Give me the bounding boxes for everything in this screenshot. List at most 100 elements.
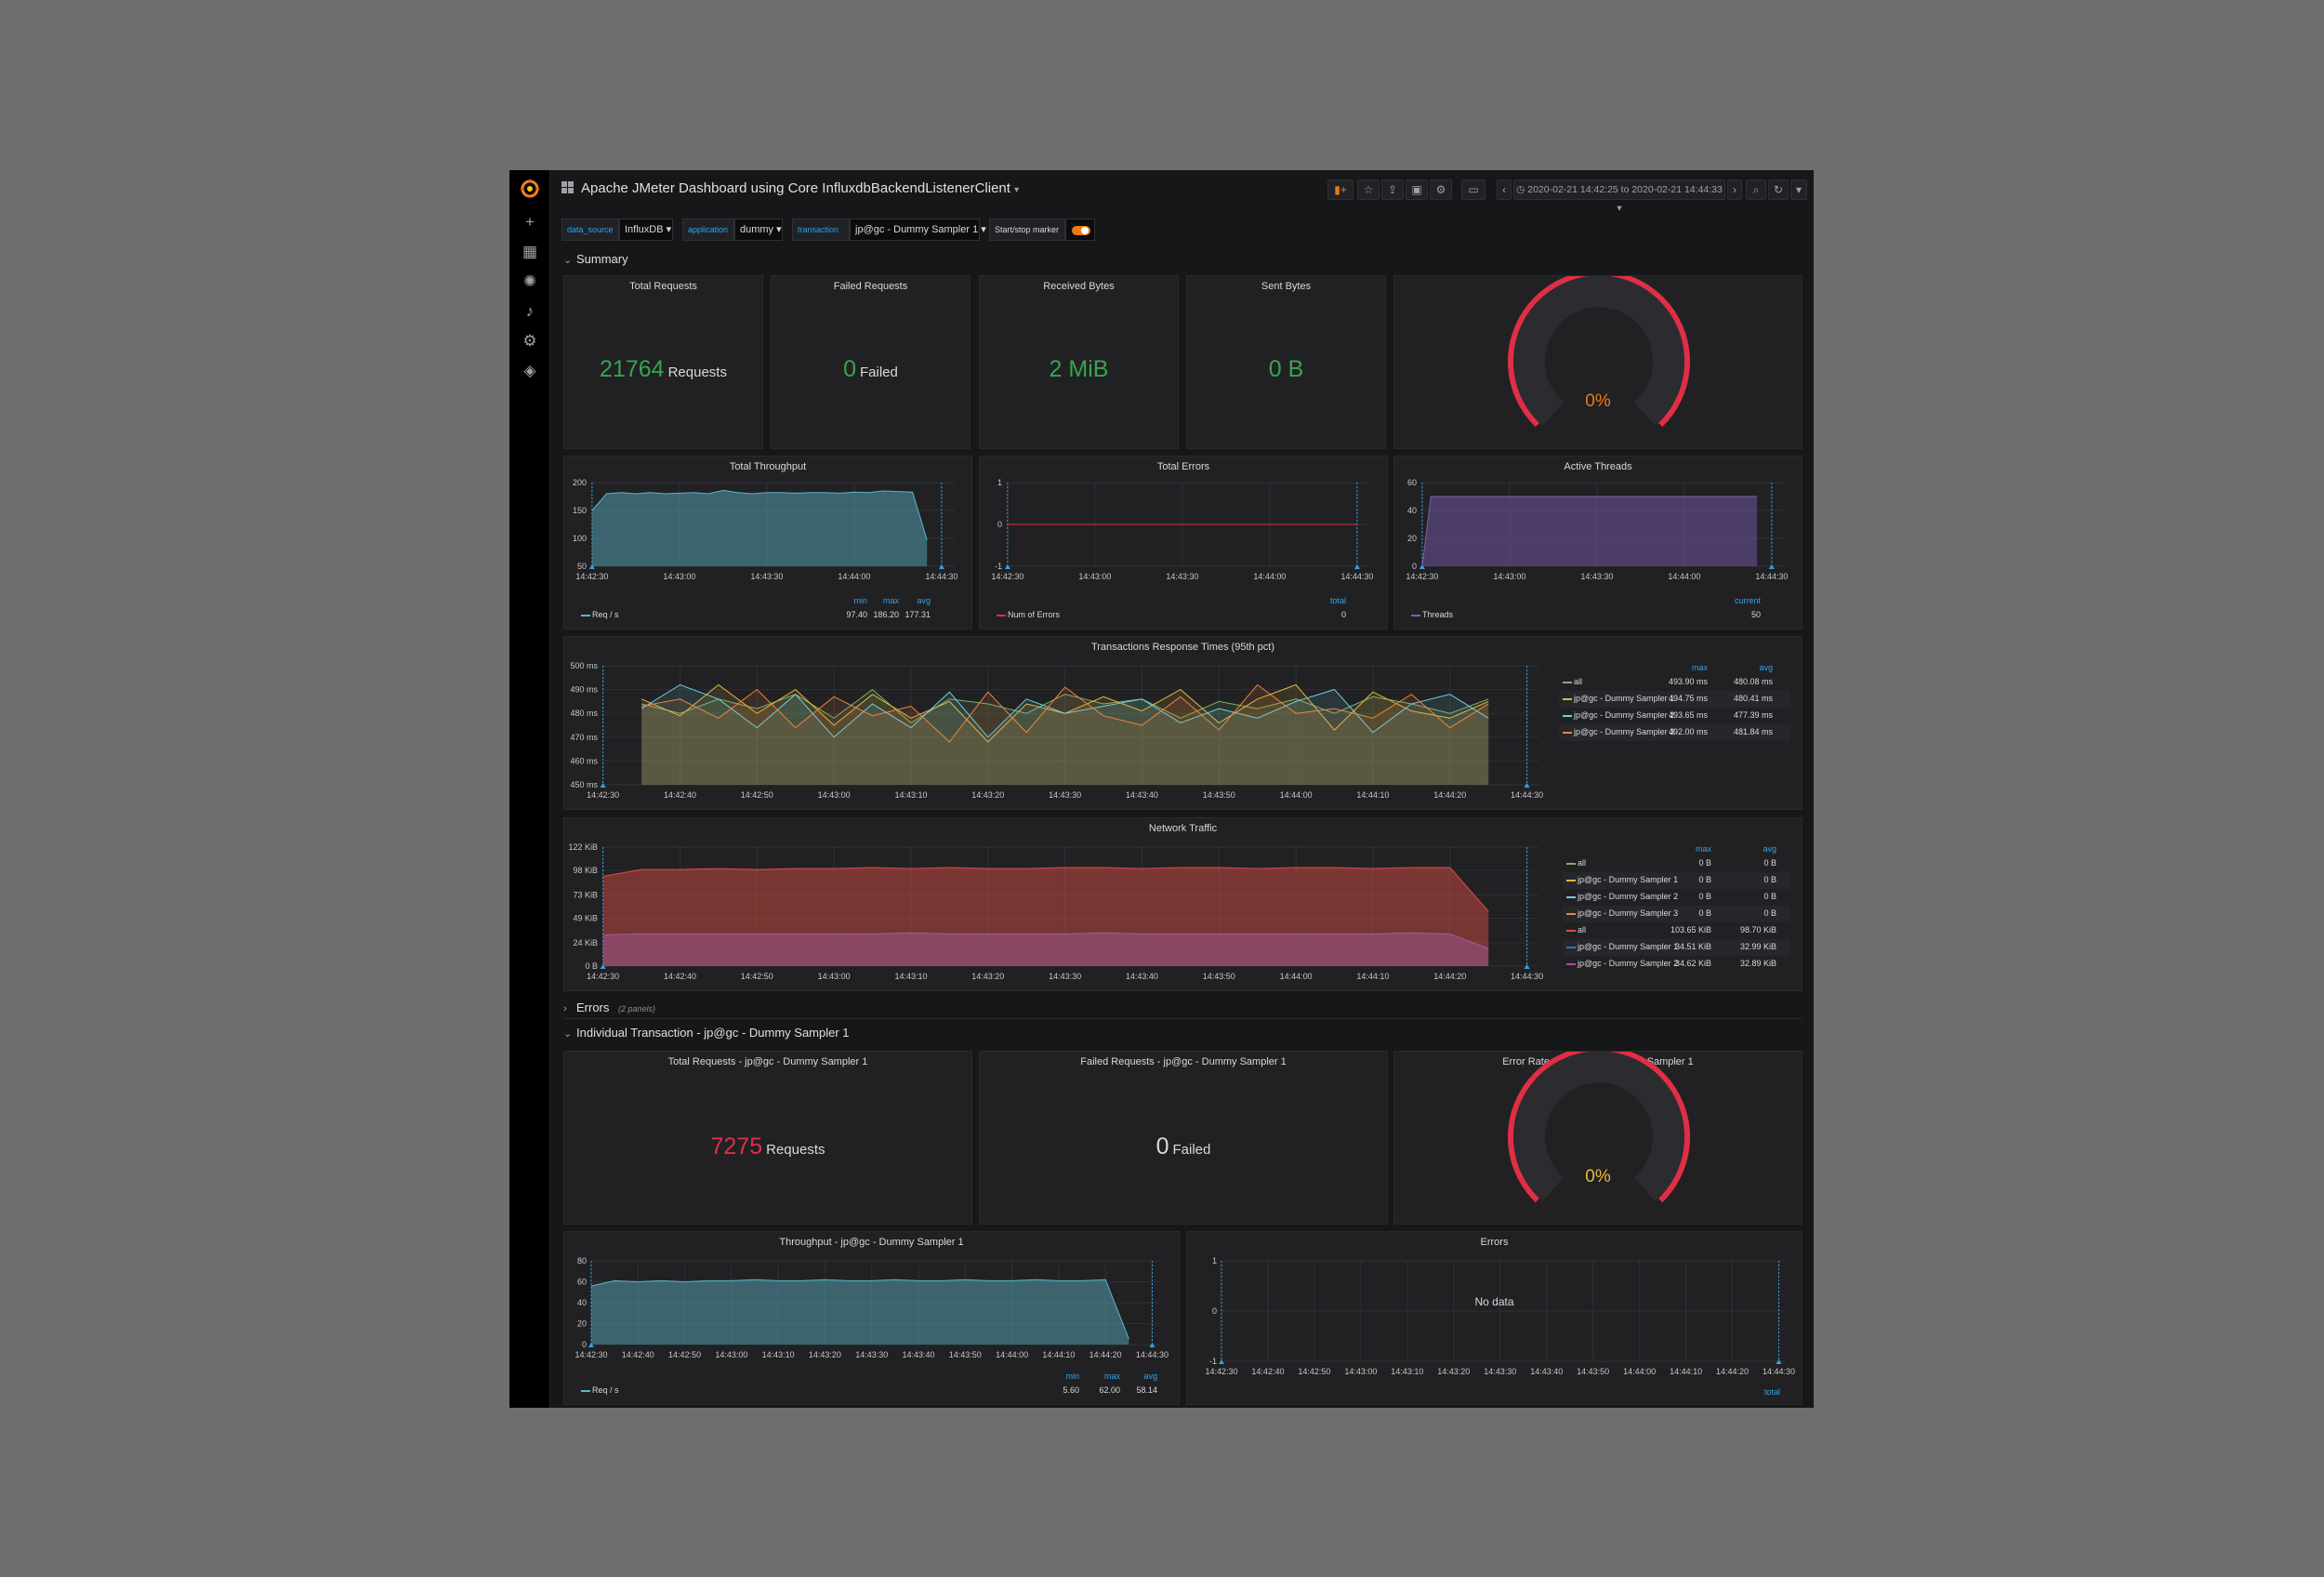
legend-item[interactable]: all 493.90 ms 480.08 ms [1559, 674, 1790, 691]
x-tick-label: 14:43:20 [971, 972, 1004, 981]
bell-icon[interactable]: ♪ [521, 302, 539, 321]
panel-active-threads[interactable]: Active Threads 0 20 40 60 14:42:30 14:43:00 14… [1393, 456, 1802, 629]
panel-sent-bytes[interactable]: Sent Bytes 0 B [1186, 275, 1386, 449]
stat-number: 0 [843, 356, 857, 382]
refresh-icon[interactable]: ↻ [1768, 179, 1789, 200]
y-tick-label: 1 [997, 478, 1002, 487]
legend-value: 177.31 [905, 610, 931, 619]
panel-ind-error-rate[interactable]: Error Rate % - jp@gc - Dummy Sampler 1 0… [1393, 1051, 1802, 1225]
share-icon[interactable]: ⇪ [1381, 179, 1404, 200]
tv-mode-icon[interactable]: ▭ [1461, 179, 1486, 200]
panel-response-times[interactable]: Transactions Response Times (95th pct) 4… [563, 636, 1802, 810]
series-area [591, 490, 928, 566]
panel-received-bytes[interactable]: Received Bytes 2 MiB [979, 275, 1179, 449]
legend-item[interactable]: Req / s 97.40 186.20 177.31 [577, 607, 958, 624]
x-tick-label: 14:43:30 [855, 1350, 888, 1359]
panel-error-rate[interactable]: Error Rate % 0% [1393, 275, 1802, 449]
row-individual-transaction[interactable]: ⌄ Individual Transaction - jp@gc - Dummy … [563, 1026, 850, 1044]
refresh-interval-dropdown[interactable]: ▾ [1790, 179, 1807, 200]
no-data-label: No data [1474, 1295, 1514, 1308]
row-divider [563, 1018, 1802, 1019]
series-area [591, 1279, 1129, 1345]
panel-ind-errors[interactable]: Errors -1 0 1 14:42:30 14:42:40 14:42:50 14:43… [1186, 1231, 1802, 1405]
panel-network-traffic[interactable]: Network Traffic 0 B 24 KiB 49 KiB 73 KiB 98 … [563, 817, 1802, 991]
x-tick-label: 14:44:30 [1340, 572, 1373, 581]
legend-item[interactable]: jp@gc - Dummy Sampler 3 492.00 ms 481.84 m… [1559, 724, 1790, 741]
legend-item[interactable]: jp@gc - Dummy Sampler 1 34.51 KiB 32.99 Ki… [1563, 939, 1790, 956]
explore-icon[interactable]: ✺ [521, 272, 539, 291]
time-forward-icon[interactable]: › [1727, 179, 1742, 200]
y-tick-label: 0 [582, 1340, 587, 1349]
legend-swatch [581, 615, 590, 616]
x-tick-label: 14:44:30 [1763, 1367, 1795, 1376]
legend-item[interactable]: Num of Errors 0 [993, 607, 1374, 624]
plus-icon[interactable]: + [521, 213, 539, 232]
zoom-out-icon[interactable]: ⌕ [1746, 179, 1766, 200]
save-icon[interactable]: ▣ [1406, 179, 1428, 200]
legend-header: avg [1759, 663, 1773, 672]
legend-item[interactable]: jp@gc - Dummy Sampler 2 34.62 KiB 32.89 Ki… [1563, 956, 1790, 973]
x-tick-label: 14:42:30 [587, 790, 619, 800]
row-note: (2 panels) [618, 1004, 656, 1014]
dashboards-icon[interactable]: ▦ [521, 243, 539, 261]
panel-ind-failed-requests[interactable]: Failed Requests - jp@gc - Dummy Sampler … [979, 1051, 1388, 1225]
gauge [1508, 276, 1690, 428]
row-errors[interactable]: › Errors (2 panels) [563, 1001, 655, 1019]
x-tick-label: 14:44:10 [1042, 1350, 1075, 1359]
legend-item[interactable]: jp@gc - Dummy Sampler 1 494.75 ms 480.41 m… [1559, 691, 1790, 708]
dashboard-title[interactable]: Apache JMeter Dashboard using Core Influ… [561, 180, 1019, 196]
legend-swatch [997, 615, 1006, 616]
var-value: dummy [740, 224, 774, 235]
panel-total-requests[interactable]: Total Requests 21764 Requests [563, 275, 763, 449]
y-tick-label: 150 [573, 506, 587, 515]
shield-icon[interactable]: ◈ [521, 362, 539, 380]
side-nav: + ▦ ✺ ♪ ⚙ ◈ [509, 170, 550, 1408]
x-tick-label: 14:43:00 [1078, 572, 1111, 581]
legend-value: 0 B [1698, 892, 1711, 901]
legend-item[interactable]: all 103.65 KiB 98.70 KiB [1563, 922, 1790, 939]
grafana-logo[interactable] [519, 178, 541, 200]
top-bar: Apache JMeter Dashboard using Core Influ… [550, 170, 1814, 214]
var-value: InfluxDB [625, 224, 664, 235]
legend-item[interactable]: jp@gc - Dummy Sampler 30 B0 B [1563, 906, 1790, 922]
x-tick-label: 14:42:30 [1406, 572, 1438, 581]
panel-ind-throughput[interactable]: Throughput - jp@gc - Dummy Sampler 1 0 20… [563, 1231, 1180, 1405]
legend-item[interactable]: jp@gc - Dummy Sampler 10 B0 B [1563, 872, 1790, 889]
x-tick-label: 14:44:20 [1433, 790, 1466, 800]
gear-icon[interactable]: ⚙ [521, 332, 539, 351]
time-back-icon[interactable]: ‹ [1497, 179, 1512, 200]
var-select-data-source[interactable]: InfluxDB ▾ [619, 219, 673, 241]
row-title: Individual Transaction - jp@gc - Dummy S… [576, 1026, 850, 1040]
panel-ind-total-requests[interactable]: Total Requests - jp@gc - Dummy Sampler 1… [563, 1051, 972, 1225]
x-tick-label: 14:44:00 [996, 1350, 1028, 1359]
stat-number: 7275 [710, 1133, 763, 1160]
x-tick-label: 14:44:00 [1280, 790, 1313, 800]
legend-item[interactable]: Req / s 5.60 62.00 58.14 [577, 1383, 1166, 1399]
legend-item[interactable]: jp@gc - Dummy Sampler 2 493.65 ms 477.39 m… [1559, 708, 1790, 724]
panel-total-errors[interactable]: Total Errors -1 0 1 14:42:30 14:43:00 14:43:3… [979, 456, 1388, 629]
legend-item[interactable]: jp@gc - Dummy Sampler 20 B0 B [1563, 889, 1790, 906]
x-tick-label: 14:42:50 [668, 1350, 701, 1359]
var-select-application[interactable]: dummy ▾ [734, 219, 783, 241]
marker-toggle[interactable] [1065, 219, 1095, 241]
panel-failed-requests[interactable]: Failed Requests 0 Failed [771, 275, 971, 449]
legend-item[interactable]: Threads 50 [1407, 607, 1789, 624]
legend-series-name: all [1578, 925, 1587, 934]
row-summary[interactable]: ⌄ Summary [563, 252, 628, 271]
x-tick-label: 14:43:20 [971, 790, 1004, 800]
legend-item[interactable]: all 0 B 0 B [1563, 855, 1790, 872]
x-tick-label: 14:42:40 [664, 972, 696, 981]
legend-header: max [1691, 663, 1708, 672]
legend-header: avg [1763, 844, 1776, 854]
x-tick-label: 14:43:50 [1577, 1367, 1609, 1376]
legend-value: 492.00 ms [1668, 727, 1708, 736]
add-panel-icon[interactable]: ▮+ [1327, 179, 1353, 200]
legend-value: 493.65 ms [1668, 710, 1708, 720]
panel-total-throughput[interactable]: Total Throughput 50 100 150 200 14:42:30 14:4… [563, 456, 972, 629]
var-label-application: application [682, 219, 734, 241]
time-picker[interactable]: ◷ 2020-02-21 14:42:25 to 2020-02-21 14:4… [1513, 179, 1725, 214]
chevron-right-icon: › [563, 1003, 567, 1014]
settings-icon[interactable]: ⚙ [1430, 179, 1452, 200]
star-icon[interactable]: ☆ [1357, 179, 1380, 200]
var-select-transaction[interactable]: jp@gc - Dummy Sampler 1 ▾ [850, 219, 986, 241]
